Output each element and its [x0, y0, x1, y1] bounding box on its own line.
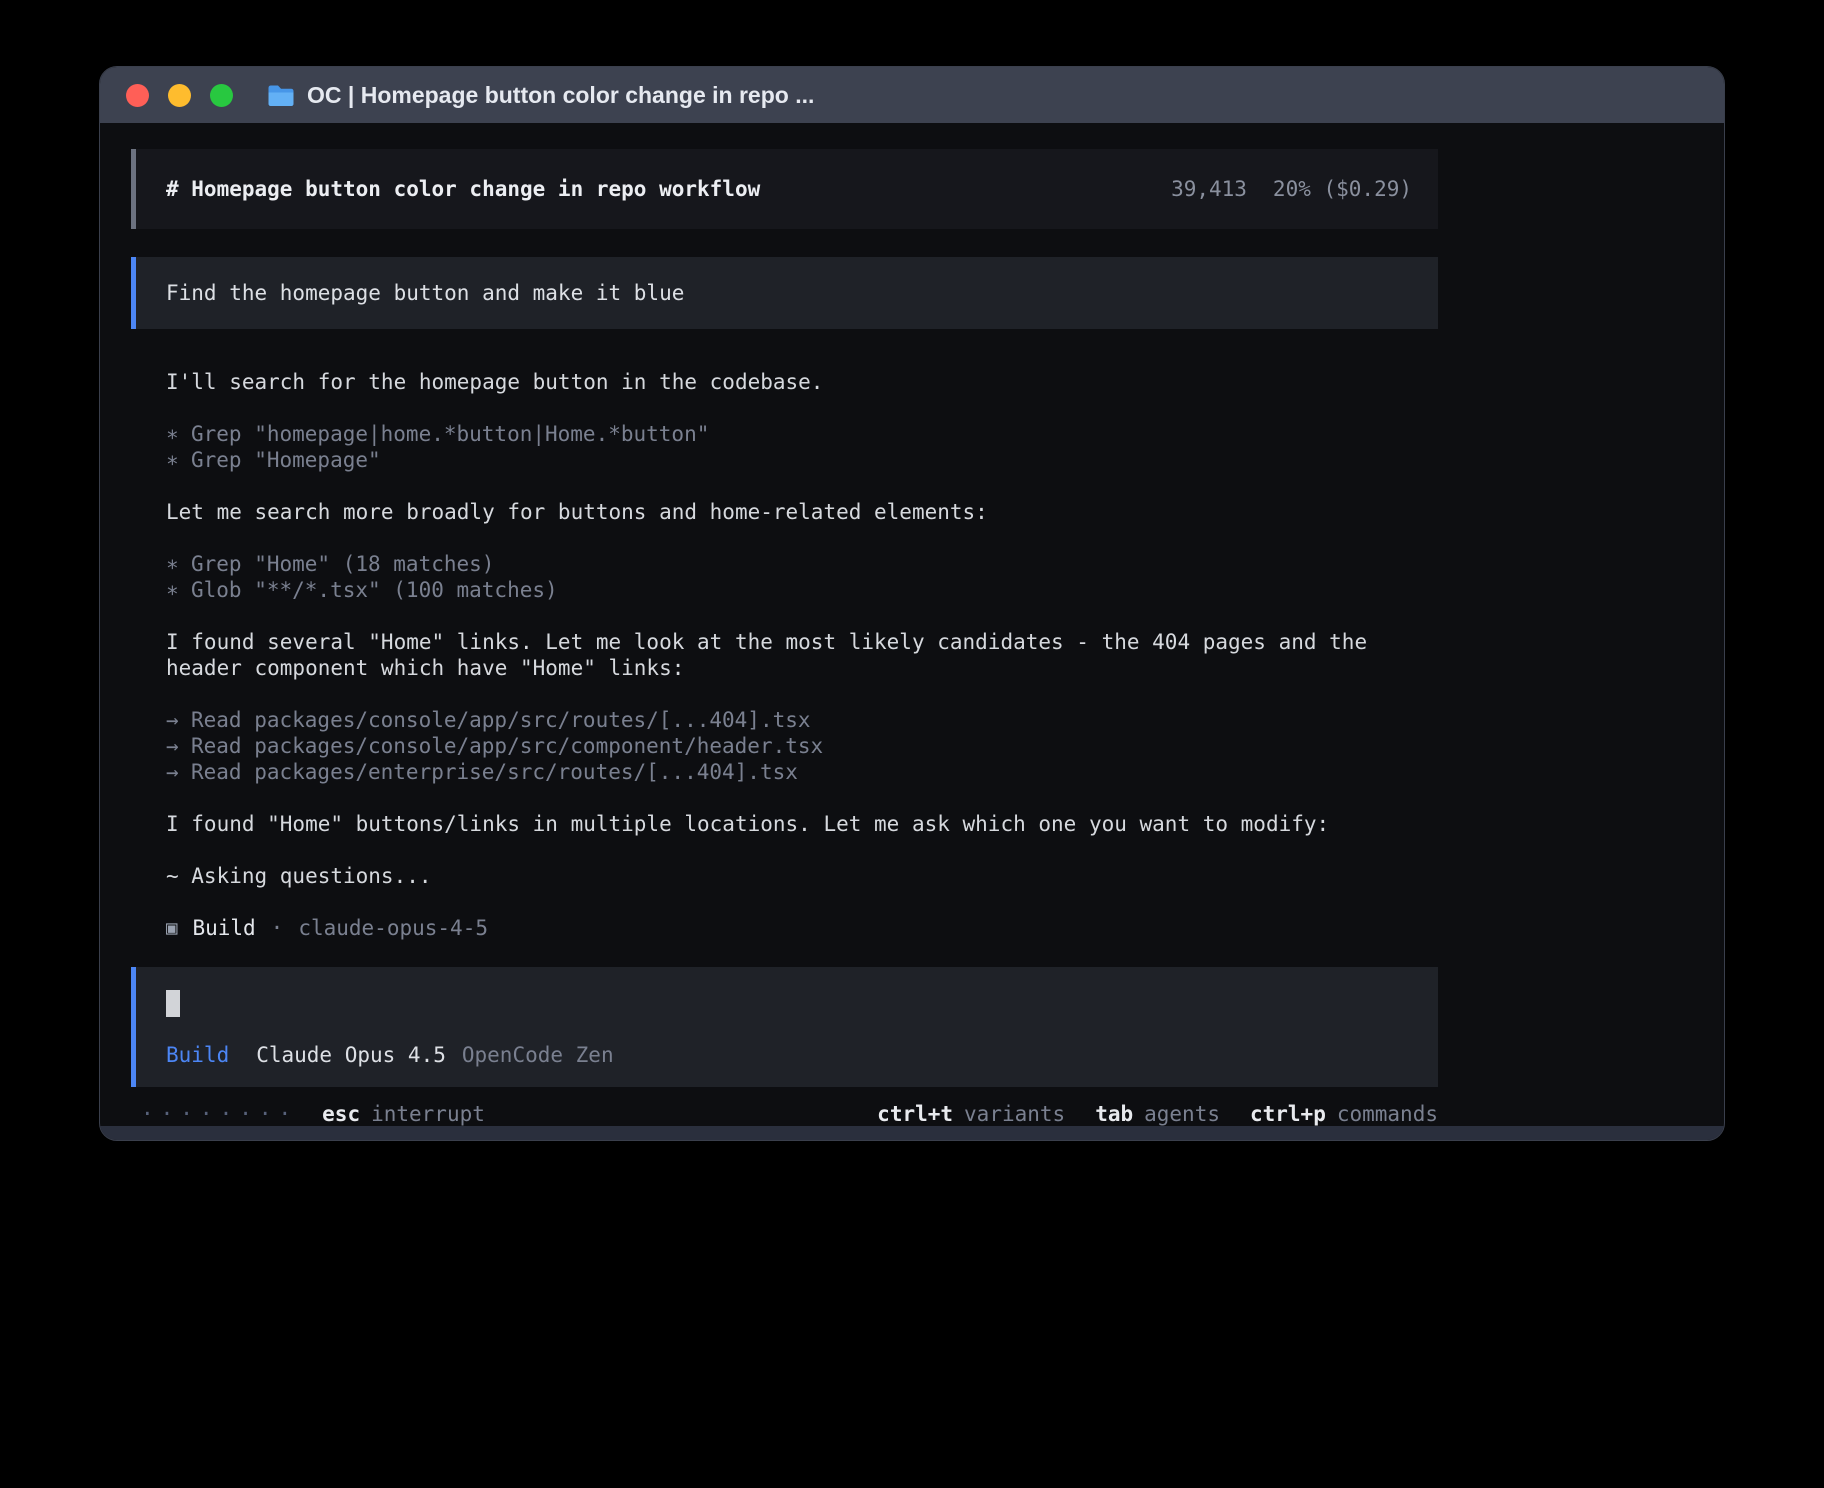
read-call: →Read packages/console/app/src/routes/[.… — [166, 707, 1438, 733]
assistant-text: I'll search for the homepage button in t… — [166, 369, 1438, 395]
tool-call: ∗Glob "**/*.tsx" (100 matches) — [166, 577, 1438, 603]
context-usage: 20% ($0.29) — [1273, 177, 1412, 201]
esc-label: interrupt — [371, 1101, 485, 1126]
tool-call: ∗Grep "Home" (18 matches) — [166, 551, 1438, 577]
status-footer: ········ esc interrupt ctrl+t variants t… — [131, 1101, 1438, 1126]
tool-asterisk-icon: ∗ — [166, 421, 191, 447]
read-call-text: Read packages/enterprise/src/routes/[...… — [191, 760, 798, 784]
assistant-text: Let me search more broadly for buttons a… — [166, 499, 1438, 525]
close-button[interactable] — [126, 84, 149, 107]
build-agent-icon: ▣ — [166, 915, 177, 941]
hint-interrupt: esc interrupt — [322, 1101, 485, 1126]
tool-asterisk-icon: ∗ — [166, 551, 191, 577]
folder-icon — [267, 84, 294, 107]
separator-dot: · — [271, 915, 284, 941]
tool-call-text: Grep "Home" (18 matches) — [191, 552, 494, 576]
model-name: Claude Opus 4.5 — [256, 1043, 446, 1067]
tool-call: ∗Grep "homepage|home.*button|Home.*butto… — [166, 421, 1438, 447]
zoom-button[interactable] — [210, 84, 233, 107]
read-call: →Read packages/console/app/src/component… — [166, 733, 1438, 759]
titlebar[interactable]: OC | Homepage button color change in rep… — [100, 67, 1724, 123]
prompt-input[interactable]: Build Claude Opus 4.5 OpenCode Zen — [131, 967, 1438, 1087]
user-message: Find the homepage button and make it blu… — [131, 257, 1438, 329]
tool-call-text: Grep "Homepage" — [191, 448, 381, 472]
esc-key: esc — [322, 1101, 360, 1126]
assistant-text: I found "Home" buttons/links in multiple… — [166, 811, 1438, 837]
window-title-group: OC | Homepage button color change in rep… — [267, 82, 814, 109]
mode-badge: Build — [166, 1043, 229, 1067]
minimize-button[interactable] — [168, 84, 191, 107]
read-call: →Read packages/enterprise/src/routes/[..… — [166, 759, 1438, 785]
hint-variants: ctrl+t variants — [877, 1101, 1065, 1126]
provider-name: OpenCode Zen — [462, 1043, 614, 1067]
conversation: I'll search for the homepage button in t… — [131, 369, 1438, 941]
tool-asterisk-icon: ∗ — [166, 577, 191, 603]
spinner-dots-icon: ········ — [141, 1101, 298, 1126]
read-call-text: Read packages/console/app/src/routes/[..… — [191, 708, 811, 732]
session-title: # Homepage button color change in repo w… — [166, 177, 760, 201]
arrow-right-icon: → — [166, 707, 191, 733]
agent-status-row: ▣ Build · claude-opus-4-5 — [166, 915, 1438, 941]
text-cursor — [166, 990, 180, 1017]
session-stats: 39,413 20% ($0.29) — [1171, 177, 1412, 201]
tool-call-text: Grep "homepage|home.*button|Home.*button… — [191, 422, 709, 446]
ctrl-t-key: ctrl+t — [877, 1101, 953, 1126]
ctrl-p-key: ctrl+p — [1250, 1101, 1326, 1126]
tool-asterisk-icon: ∗ — [166, 447, 191, 473]
tab-key: tab — [1095, 1101, 1133, 1126]
session-header: # Homepage button color change in repo w… — [131, 149, 1438, 229]
window-bottom-edge — [100, 1126, 1724, 1140]
terminal-window: OC | Homepage button color change in rep… — [99, 66, 1725, 1141]
hint-commands: ctrl+p commands — [1250, 1101, 1438, 1126]
user-message-text: Find the homepage button and make it blu… — [166, 281, 684, 305]
hint-agents: tab agents — [1095, 1101, 1220, 1126]
input-status-bar: Build Claude Opus 4.5 OpenCode Zen — [166, 1043, 1408, 1067]
arrow-right-icon: → — [166, 759, 191, 785]
tool-call: ∗Grep "Homepage" — [166, 447, 1438, 473]
shortcut-hints: ctrl+t variants tab agents ctrl+p comman… — [877, 1101, 1438, 1126]
assistant-text: I found several "Home" links. Let me loo… — [166, 629, 1438, 681]
status-text: ~ Asking questions... — [166, 863, 1438, 889]
commands-label: commands — [1337, 1101, 1438, 1126]
read-call-text: Read packages/console/app/src/component/… — [191, 734, 823, 758]
variants-label: variants — [964, 1101, 1065, 1126]
arrow-right-icon: → — [166, 733, 191, 759]
window-title: OC | Homepage button color change in rep… — [307, 82, 814, 109]
token-count: 39,413 — [1171, 177, 1247, 201]
agent-name: Build — [192, 915, 255, 941]
agent-model: claude-opus-4-5 — [298, 915, 488, 941]
terminal-body: # Homepage button color change in repo w… — [100, 123, 1724, 1126]
tool-call-text: Glob "**/*.tsx" (100 matches) — [191, 578, 558, 602]
traffic-lights — [126, 84, 233, 107]
agents-label: agents — [1144, 1101, 1220, 1126]
